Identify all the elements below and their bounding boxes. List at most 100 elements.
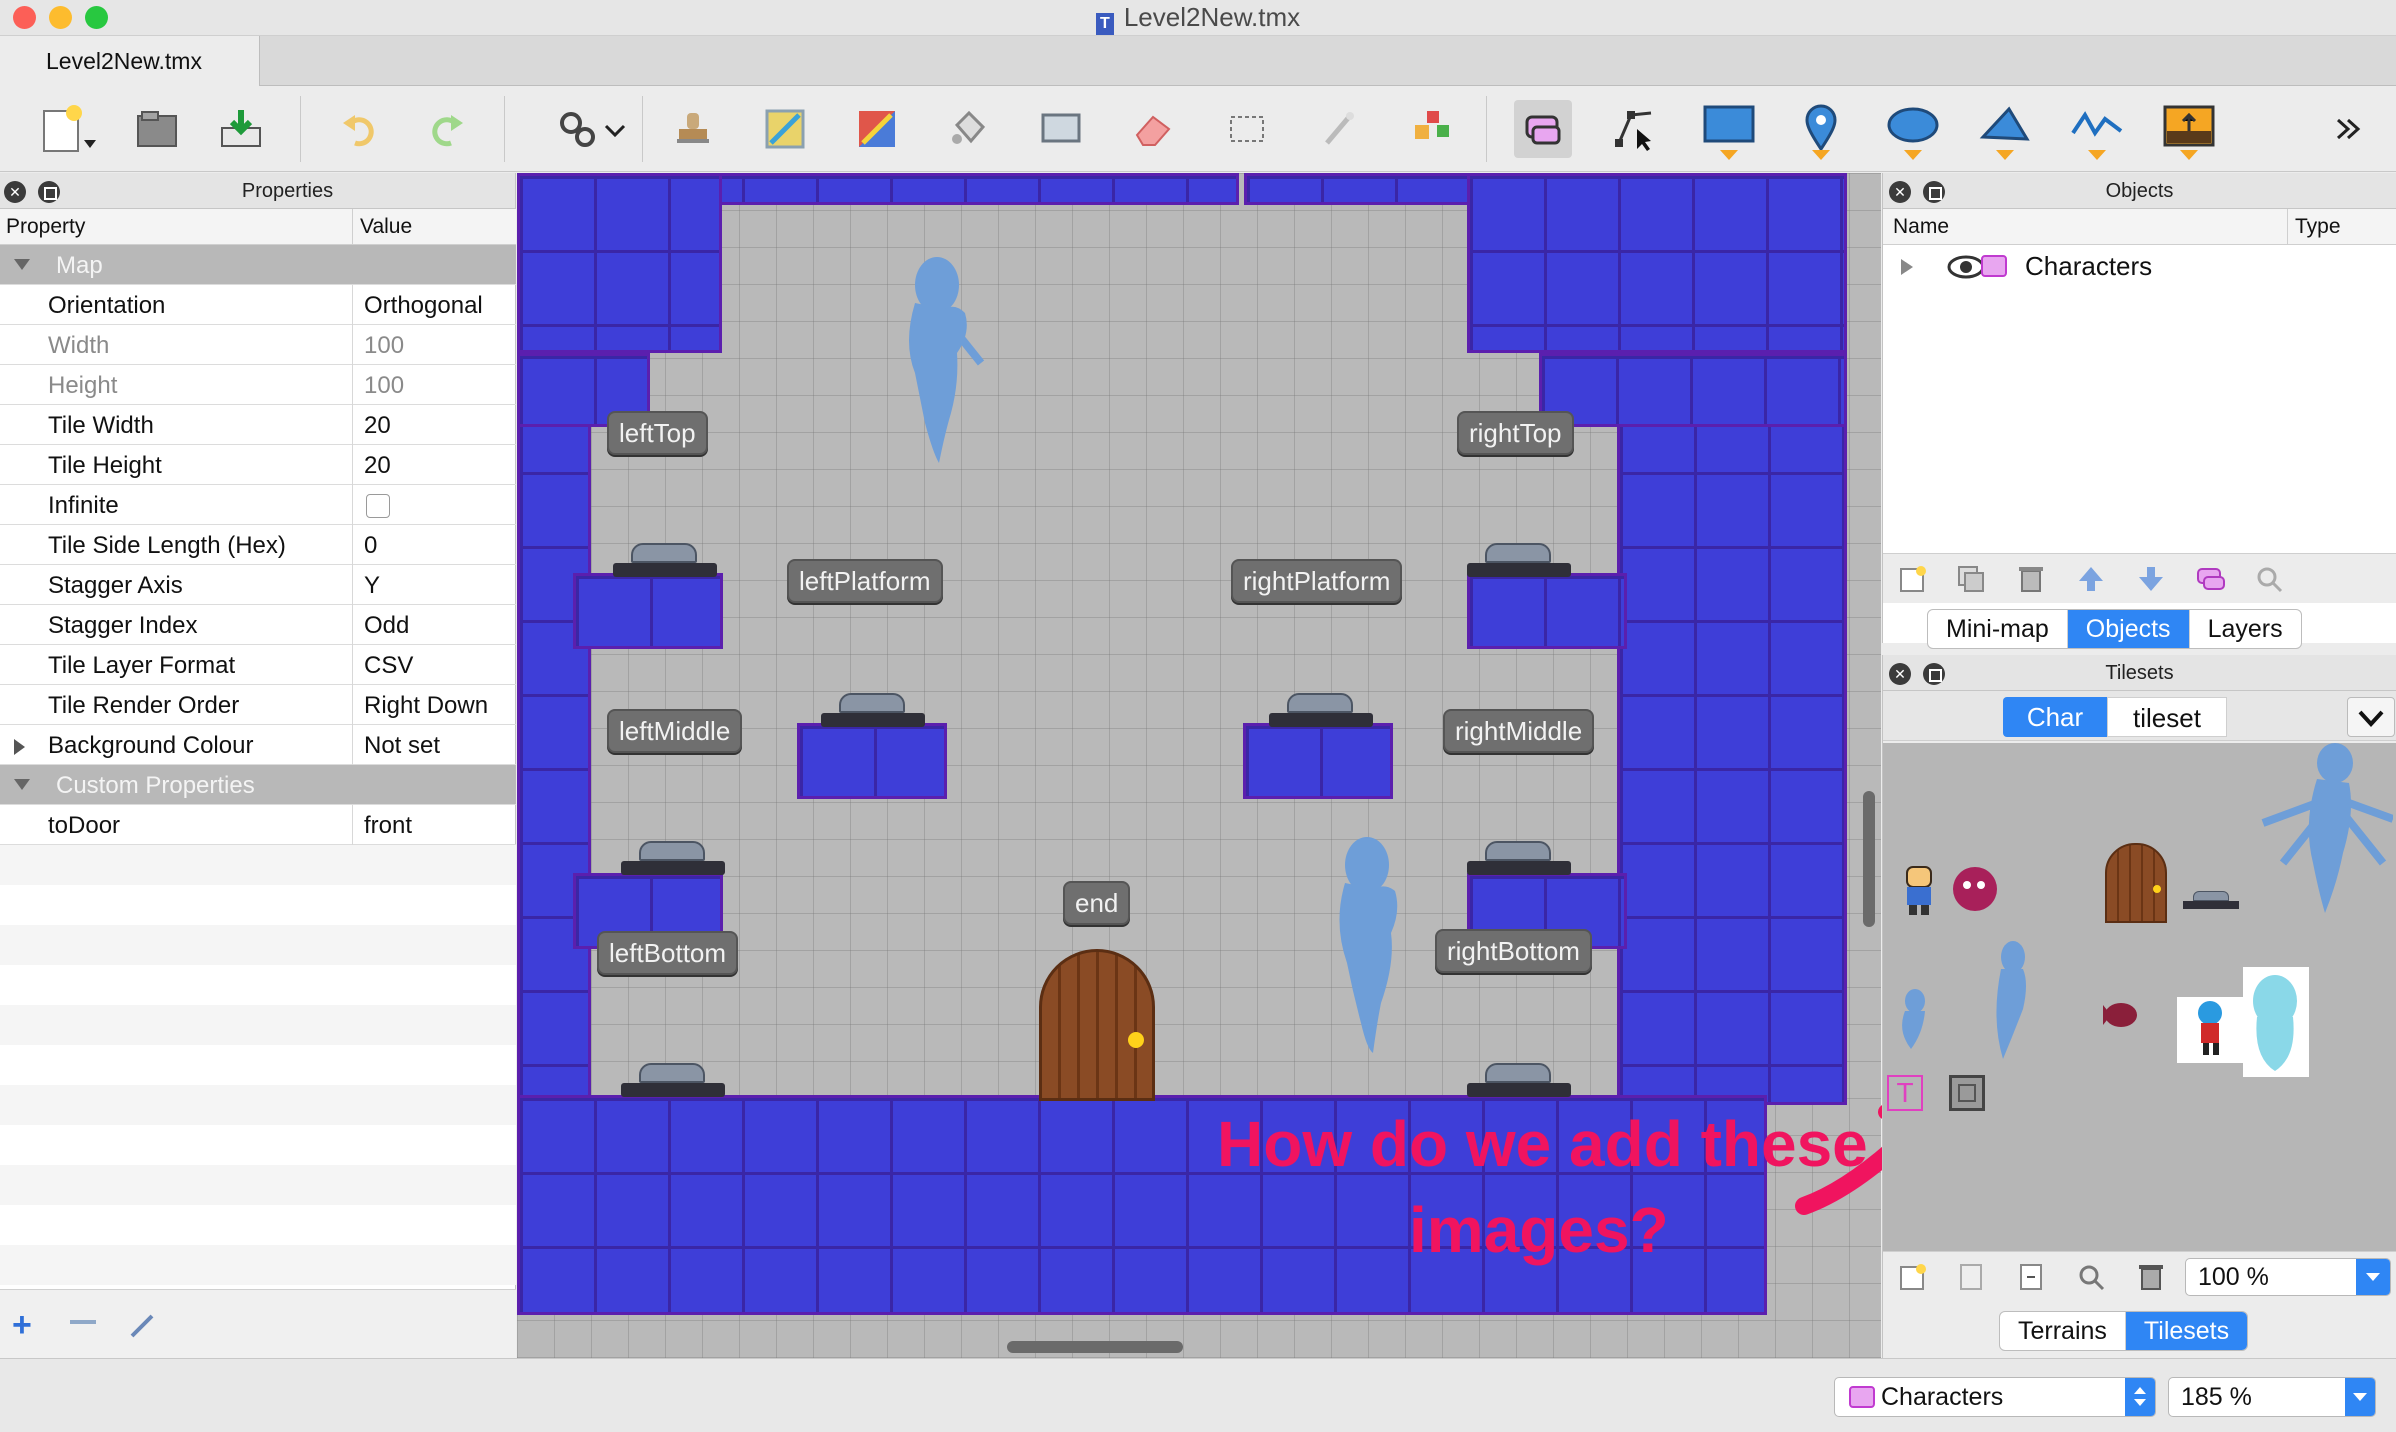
pressure-button[interactable]	[1269, 693, 1373, 729]
property-value[interactable]: Right Down	[364, 692, 488, 720]
collapse-arrow-icon[interactable]	[14, 259, 30, 270]
property-value[interactable]: Orthogonal	[364, 292, 483, 320]
property-row[interactable]: toDoor front	[0, 805, 516, 845]
object-label-end[interactable]: end	[1063, 881, 1131, 925]
insert-ellipse-icon[interactable]	[1884, 100, 1942, 160]
property-value[interactable]: 100	[364, 332, 404, 360]
toolbar-overflow-icon[interactable]	[2320, 100, 2378, 158]
embed-tileset-icon[interactable]	[1955, 1262, 1987, 1292]
horizontal-scrollbar[interactable]	[1007, 1341, 1183, 1353]
commands-icon[interactable]	[548, 100, 626, 158]
door-sprite[interactable]	[1039, 949, 1155, 1101]
tile-hero-sprite[interactable]	[2177, 997, 2243, 1063]
tileset-tab-tileset[interactable]: tileset	[2107, 697, 2227, 737]
tab-layers[interactable]: Layers	[2190, 610, 2301, 648]
tile-ghost-small-sprite[interactable]	[1893, 987, 1939, 1051]
group-custom-properties[interactable]: Custom Properties	[0, 765, 516, 805]
property-value[interactable]: CSV	[364, 652, 413, 680]
tile-ice-ghost-sprite[interactable]	[2243, 967, 2309, 1077]
property-value[interactable]: front	[364, 812, 412, 840]
tileset-tab-char[interactable]: Char	[2003, 697, 2107, 737]
pressure-button[interactable]	[1467, 543, 1571, 579]
object-label-rightbottom[interactable]: rightBottom	[1435, 929, 1592, 973]
edit-polygons-icon[interactable]	[1606, 100, 1664, 158]
expand-arrow-icon[interactable]	[14, 739, 25, 755]
property-value[interactable]: 20	[364, 412, 391, 440]
pressure-button[interactable]	[821, 693, 925, 729]
tileset-properties-icon[interactable]	[2075, 1262, 2107, 1292]
property-row[interactable]: Stagger Axis Y	[0, 565, 516, 605]
float-panel-icon[interactable]	[1923, 181, 1945, 203]
object-label-righttop[interactable]: rightTop	[1457, 411, 1574, 455]
pressure-button[interactable]	[613, 543, 717, 579]
column-property[interactable]: Property	[6, 215, 85, 239]
add-property-icon[interactable]: +	[12, 1306, 32, 1345]
redo-icon[interactable]	[418, 100, 476, 158]
pressure-button[interactable]	[1467, 1063, 1571, 1099]
insert-polygon-icon[interactable]	[1976, 100, 2034, 160]
document-tab[interactable]: Level2New.tmx	[0, 36, 260, 86]
object-label-leftmiddle[interactable]: leftMiddle	[607, 709, 743, 753]
object-label-leftbottom[interactable]: leftBottom	[597, 931, 739, 975]
property-value[interactable]: Odd	[364, 612, 409, 640]
object-label-rightplatform[interactable]: rightPlatform	[1231, 559, 1403, 603]
insert-tile-icon[interactable]	[2160, 100, 2218, 160]
tab-terrains[interactable]: Terrains	[2000, 1312, 2126, 1350]
tile-fish-sprite[interactable]	[2097, 995, 2141, 1035]
tileset-view[interactable]: T	[1883, 743, 2396, 1251]
property-row[interactable]: Width 100	[0, 325, 516, 365]
remove-tileset-icon[interactable]	[2135, 1262, 2167, 1292]
property-row[interactable]: Stagger Index Odd	[0, 605, 516, 645]
object-label-leftplatform[interactable]: leftPlatform	[787, 559, 943, 603]
pressure-button[interactable]	[1467, 841, 1571, 877]
current-layer-select[interactable]: Characters	[1834, 1377, 2156, 1417]
open-icon[interactable]	[128, 100, 186, 158]
property-row[interactable]: Tile Render Order Right Down	[0, 685, 516, 725]
stamp-brush-icon[interactable]	[664, 100, 722, 158]
property-row[interactable]: Tile Height 20	[0, 445, 516, 485]
magic-wand-icon[interactable]	[1310, 100, 1368, 158]
new-map-icon[interactable]	[34, 100, 96, 158]
shape-fill-icon[interactable]	[1032, 100, 1090, 158]
tile-ghost-medium-sprite[interactable]	[1983, 939, 2039, 1069]
infinite-checkbox[interactable]	[366, 494, 390, 518]
property-value[interactable]: 100	[364, 372, 404, 400]
pressure-button[interactable]	[621, 1063, 725, 1099]
random-mode-icon[interactable]	[848, 100, 906, 158]
pressure-button[interactable]	[621, 841, 725, 877]
group-map[interactable]: Map	[0, 245, 516, 285]
column-name[interactable]: Name	[1893, 215, 1949, 239]
ghost-sprite[interactable]	[1317, 833, 1417, 1063]
expand-arrow-icon[interactable]	[1901, 259, 1913, 275]
bucket-fill-icon[interactable]	[940, 100, 998, 158]
rename-property-icon[interactable]	[128, 1310, 158, 1340]
property-row[interactable]: Orientation Orthogonal	[0, 285, 516, 325]
property-row[interactable]: Tile Side Length (Hex) 0	[0, 525, 516, 565]
tab-mini-map[interactable]: Mini-map	[1928, 610, 2068, 648]
remove-property-icon[interactable]	[70, 1320, 96, 1324]
property-row[interactable]: Infinite	[0, 485, 516, 525]
tile-door-sprite[interactable]	[2105, 843, 2167, 923]
tile-box-icon[interactable]	[1949, 1075, 1985, 1111]
select-objects-icon[interactable]	[1514, 100, 1572, 158]
tileset-zoom-select[interactable]: 100 %	[2185, 1258, 2391, 1296]
tile-ghost-large-sprite[interactable]	[2243, 743, 2393, 923]
close-panel-icon[interactable]: ✕	[4, 181, 26, 203]
tile-monster-sprite[interactable]	[1947, 859, 2003, 915]
insert-rectangle-icon[interactable]	[1700, 100, 1758, 160]
export-tileset-icon[interactable]	[2015, 1262, 2047, 1292]
terrain-brush-icon[interactable]	[756, 100, 814, 158]
ghost-sprite[interactable]	[885, 253, 985, 473]
property-row[interactable]: Height 100	[0, 365, 516, 405]
property-row[interactable]: Tile Layer Format CSV	[0, 645, 516, 685]
map-canvas[interactable]: leftTop rightTop leftPlatform rightPlatf…	[517, 173, 1881, 1358]
column-value[interactable]: Value	[360, 215, 412, 239]
collapse-arrow-icon[interactable]	[14, 779, 30, 790]
move-up-icon[interactable]	[2075, 564, 2107, 594]
float-panel-icon[interactable]	[1923, 663, 1945, 685]
eraser-icon[interactable]	[1124, 100, 1182, 158]
object-label-rightmiddle[interactable]: rightMiddle	[1443, 709, 1595, 753]
tileset-menu-button[interactable]	[2347, 697, 2395, 737]
vertical-scrollbar[interactable]	[1863, 791, 1875, 927]
close-panel-icon[interactable]: ✕	[1889, 181, 1911, 203]
